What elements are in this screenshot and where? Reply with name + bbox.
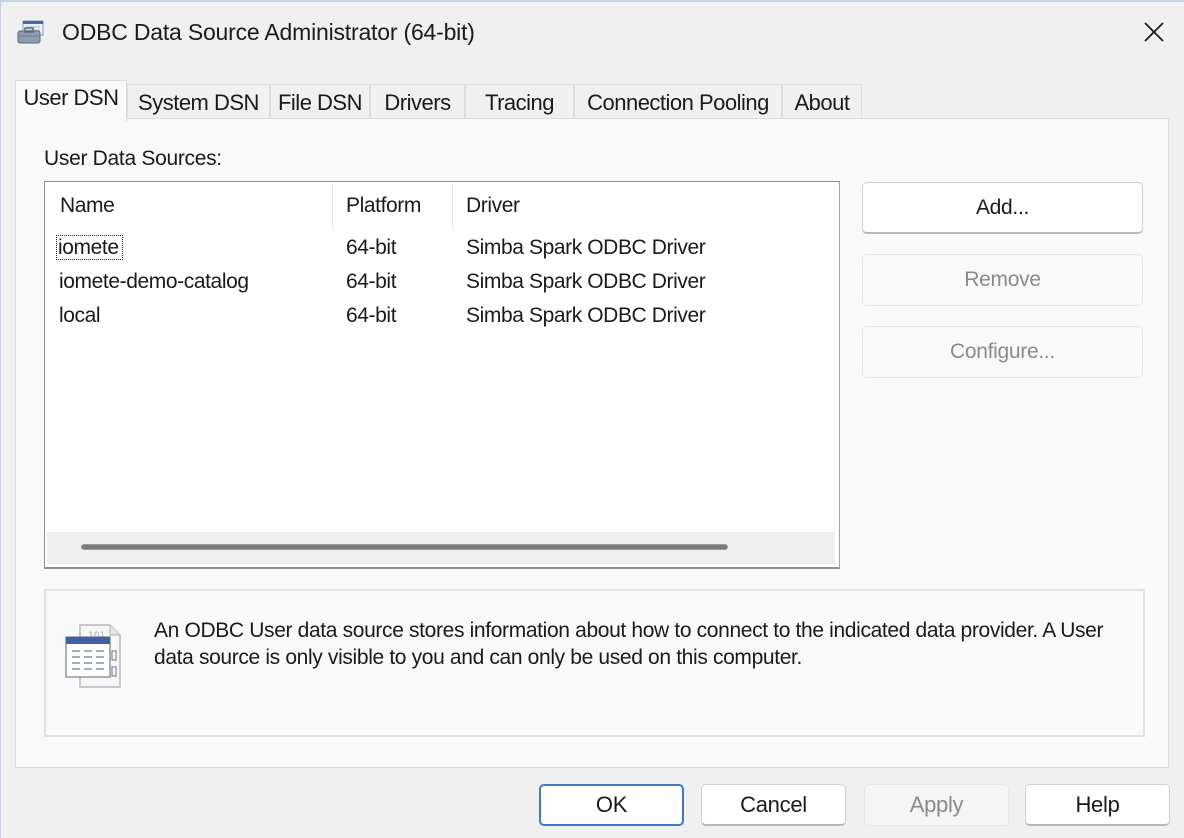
configure-button[interactable]: Configure... xyxy=(862,326,1143,378)
cancel-button[interactable]: Cancel xyxy=(701,784,846,826)
dsn-driver: Simba Spark ODBC Driver xyxy=(466,304,706,327)
help-button[interactable]: Help xyxy=(1025,784,1170,826)
data-sources-list[interactable]: Name Platform Driver iomete 64-bit Simba… xyxy=(44,181,840,569)
tab-connection-pooling[interactable]: Connection Pooling xyxy=(574,84,782,120)
ok-button[interactable]: OK xyxy=(539,784,684,826)
odbc-admin-icon xyxy=(17,20,47,46)
tab-drivers[interactable]: Drivers xyxy=(370,84,465,120)
remove-button[interactable]: Remove xyxy=(862,254,1143,306)
info-description: An ODBC User data source stores informat… xyxy=(154,619,1104,669)
dsn-platform: 64-bit xyxy=(346,270,397,293)
tab-user-dsn[interactable]: User DSN xyxy=(15,80,127,122)
tab-about[interactable]: About xyxy=(782,84,862,120)
list-item[interactable]: iomete 64-bit Simba Spark ODBC Driver xyxy=(45,232,839,266)
dsn-platform: 64-bit xyxy=(346,236,397,259)
dsn-driver: Simba Spark ODBC Driver xyxy=(466,270,706,293)
apply-button[interactable]: Apply xyxy=(864,784,1009,826)
info-panel: 101 An ODBC User data source stores info… xyxy=(44,589,1145,737)
dsn-driver: Simba Spark ODBC Driver xyxy=(466,236,706,259)
tab-system-dsn[interactable]: System DSN xyxy=(127,84,270,120)
title-bar: ODBC Data Source Administrator (64-bit) xyxy=(1,2,1184,64)
scrollbar-thumb[interactable] xyxy=(82,545,727,549)
column-header-platform[interactable]: Platform xyxy=(346,194,421,218)
column-header-name[interactable]: Name xyxy=(60,194,115,218)
close-icon xyxy=(1144,22,1164,42)
dsn-name: iomete-demo-catalog xyxy=(59,270,249,293)
dsn-name: iomete xyxy=(56,235,123,260)
close-button[interactable] xyxy=(1131,12,1177,52)
add-button[interactable]: Add... xyxy=(862,182,1143,234)
tab-file-dsn[interactable]: File DSN xyxy=(270,84,370,120)
dsn-name: local xyxy=(59,304,101,327)
column-header-driver[interactable]: Driver xyxy=(466,194,520,218)
odbc-admin-window: ODBC Data Source Administrator (64-bit) … xyxy=(0,0,1184,838)
tab-tracing[interactable]: Tracing xyxy=(465,84,574,120)
data-source-icon: 101 xyxy=(62,621,126,693)
column-separator[interactable] xyxy=(452,184,453,229)
horizontal-scrollbar[interactable] xyxy=(47,532,835,564)
list-header: Name Platform Driver xyxy=(45,182,839,234)
column-separator[interactable] xyxy=(332,184,333,229)
list-item[interactable]: iomete-demo-catalog 64-bit Simba Spark O… xyxy=(45,266,839,300)
user-data-sources-label: User Data Sources: xyxy=(44,147,222,170)
dsn-platform: 64-bit xyxy=(346,304,397,327)
window-title: ODBC Data Source Administrator (64-bit) xyxy=(62,19,475,45)
user-dsn-page: User Data Sources: Name Platform Driver … xyxy=(15,118,1169,768)
list-item[interactable]: local 64-bit Simba Spark ODBC Driver xyxy=(45,300,839,334)
